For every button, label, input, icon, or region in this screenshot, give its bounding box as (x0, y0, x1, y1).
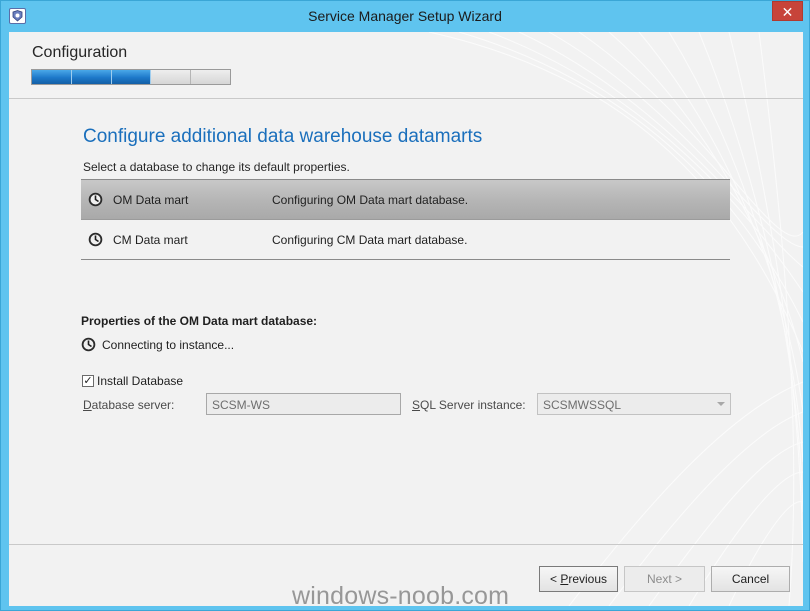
wizard-progress-bar (31, 69, 231, 85)
progress-segment (71, 70, 112, 84)
header-divider (9, 98, 803, 99)
previous-label: revious (568, 572, 608, 586)
progress-segment (111, 70, 152, 84)
connecting-text: Connecting to instance... (102, 338, 235, 352)
progress-segment (191, 70, 230, 84)
datamart-status: Configuring OM Data mart database. (272, 193, 469, 207)
sql-server-instance-value: SCSMWSSQL (543, 398, 622, 412)
access-key-s: S (412, 398, 421, 412)
datamart-list: OM Data mart Configuring OM Data mart da… (81, 179, 730, 260)
progress-segment (32, 70, 72, 84)
datamart-name: OM Data mart (113, 193, 189, 207)
cancel-button[interactable]: Cancel (711, 566, 790, 592)
clock-icon (88, 232, 103, 247)
window-title: Service Manager Setup Wizard (308, 8, 502, 24)
step-label: Configuration (32, 44, 128, 61)
wizard-header: Configuration (9, 32, 803, 98)
wizard-body: Configuration Configure additional data … (9, 32, 803, 606)
sql-server-instance-select[interactable]: SCSMWSSQL (537, 393, 731, 415)
database-server-label: Database server: (83, 398, 174, 412)
datamart-row-om[interactable]: OM Data mart Configuring OM Data mart da… (81, 180, 730, 220)
watermark: windows-noob.com (292, 582, 510, 606)
page-description: Select a database to change its default … (83, 160, 350, 174)
previous-button[interactable]: < Previous (539, 566, 618, 592)
next-button[interactable]: Next > (624, 566, 705, 592)
connecting-status: Connecting to instance... (81, 335, 381, 355)
install-database-label: Install Database (97, 374, 184, 388)
datamart-name: CM Data mart (113, 233, 188, 247)
install-database-option[interactable]: ✓ Install Database (81, 373, 241, 389)
footer-divider (9, 544, 803, 545)
datamart-row-cm[interactable]: CM Data mart Configuring CM Data mart da… (81, 220, 730, 260)
page-title: Configure additional data warehouse data… (83, 126, 483, 147)
database-server-field[interactable]: SCSM-WS (206, 393, 401, 415)
database-server-label-text: atabase server: (91, 398, 175, 412)
access-key-d: D (83, 398, 92, 412)
install-database-checkbox[interactable]: ✓ (82, 375, 94, 387)
close-button[interactable]: ✕ (772, 1, 803, 21)
clock-icon (88, 192, 103, 207)
progress-segment (151, 70, 192, 84)
sql-server-instance-label: SQL Server instance: (412, 398, 526, 412)
setup-wizard-window: Service Manager Setup Wizard ✕ Configura… (0, 0, 810, 611)
title-bar[interactable]: Service Manager Setup Wizard ✕ (1, 1, 809, 31)
clock-icon (81, 337, 96, 352)
datamart-status: Configuring CM Data mart database. (272, 233, 468, 247)
previous-prefix: < (549, 572, 561, 586)
properties-title: Properties of the OM Data mart database: (81, 314, 318, 328)
sql-server-instance-label-text: QL Server instance: (420, 398, 526, 412)
chevron-down-icon[interactable] (717, 402, 725, 406)
